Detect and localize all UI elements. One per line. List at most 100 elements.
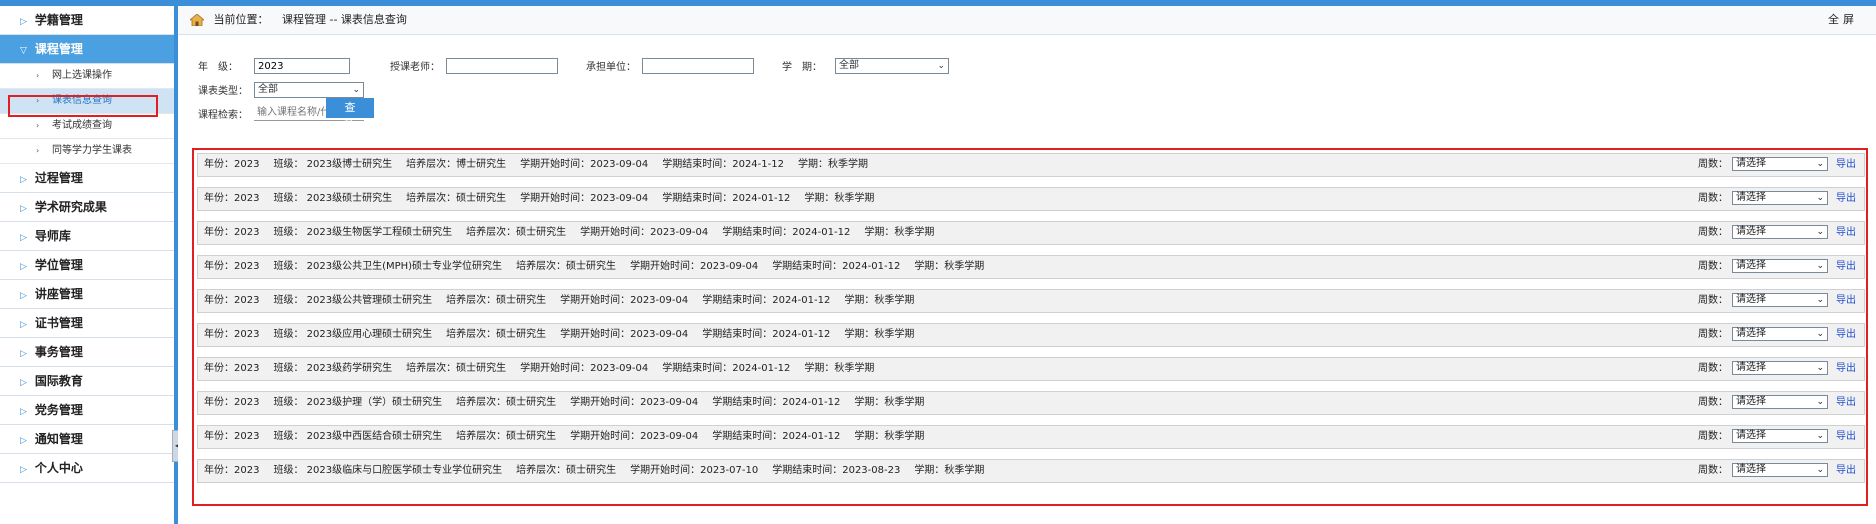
row-start: 学期开始时间：2023-09-04 [580, 227, 709, 238]
weeks-select-value: 请选择 [1736, 158, 1766, 169]
row-level: 培养层次：硕士研究生 [446, 295, 547, 306]
search-button[interactable]: 查询 [326, 98, 374, 130]
weeks-select[interactable]: 请选择 ⌄ [1732, 327, 1828, 341]
weeks-select[interactable]: 请选择 ⌄ [1732, 157, 1828, 171]
chevron-right-icon: ▷ [20, 465, 27, 475]
row-level: 培养层次：硕士研究生 [456, 431, 557, 442]
sidebar-item-research-results[interactable]: ▷ 学术研究成果 [0, 193, 174, 222]
sidebar-item-label: 过程管理 [34, 171, 83, 185]
unit-input[interactable] [642, 58, 754, 74]
breadcrumb-label: 当前位置： [213, 13, 269, 26]
export-link[interactable]: 导出 [1836, 465, 1856, 476]
teacher-input[interactable] [446, 58, 558, 74]
submenu-item-online-course-selection[interactable]: › 网上选课操作 [0, 64, 174, 89]
sidebar-item-affairs-management[interactable]: ▷ 事务管理 [0, 338, 174, 367]
weeks-select[interactable]: 请选择 ⌄ [1732, 293, 1828, 307]
weeks-select-value: 请选择 [1736, 294, 1766, 305]
weeks-label: 周数： [1698, 363, 1728, 374]
row-end: 学期结束时间：2024-01-12 [662, 193, 791, 204]
type-select[interactable]: 全部 ⌄ [254, 82, 364, 98]
chevron-down-icon: ▽ [20, 46, 27, 56]
breadcrumb-path: 课程管理 -- 课表信息查询 [282, 13, 407, 26]
weeks-select[interactable]: 请选择 ⌄ [1732, 259, 1828, 273]
bullet-arrow-icon: › [36, 146, 40, 155]
submenu-item-equivalent-timetable[interactable]: › 同等学力学生课表 [0, 139, 174, 164]
export-link[interactable]: 导出 [1836, 431, 1856, 442]
sidebar-item-notification-management[interactable]: ▷ 通知管理 [0, 425, 174, 454]
term-select[interactable]: 全部 ⌄ [835, 58, 949, 74]
timetable-results-list: 年份：2023 班级： 2023级博士研究生 培养层次：博士研究生 学期开始时间：20… [192, 148, 1868, 506]
row-term: 学期：秋季学期 [804, 363, 875, 374]
sidebar-item-label: 党务管理 [34, 403, 83, 417]
sidebar-item-supervisor-library[interactable]: ▷ 导师库 [0, 222, 174, 251]
weeks-select[interactable]: 请选择 ⌄ [1732, 429, 1828, 443]
chevron-down-icon: ⌄ [1816, 295, 1824, 305]
weeks-select-value: 请选择 [1736, 430, 1766, 441]
weeks-select[interactable]: 请选择 ⌄ [1732, 395, 1828, 409]
row-actions: 周数： 请选择 ⌄ 导出 [1698, 290, 1856, 312]
export-link[interactable]: 导出 [1836, 227, 1856, 238]
table-row: 年份：2023 班级： 2023级生物医学工程硕士研究生 培养层次：硕士研究生 学期开… [197, 221, 1865, 245]
row-class: 班级： 2023级应用心理硕士研究生 [273, 329, 433, 340]
type-label: 课表类型： [198, 86, 248, 97]
unit-label: 承担单位： [586, 62, 636, 73]
export-link[interactable]: 导出 [1836, 363, 1856, 374]
sidebar-item-label: 国际教育 [34, 374, 83, 388]
weeks-select[interactable]: 请选择 ⌄ [1732, 191, 1828, 205]
chevron-right-icon: ▷ [20, 233, 27, 243]
sidebar-item-personal-center[interactable]: ▷ 个人中心 [0, 454, 174, 483]
sidebar-item-party-affairs[interactable]: ▷ 党务管理 [0, 396, 174, 425]
chevron-down-icon: ⌄ [1816, 465, 1824, 475]
sidebar-item-course-management[interactable]: ▽ 课程管理 [0, 35, 174, 64]
sidebar-item-certificate-management[interactable]: ▷ 证书管理 [0, 309, 174, 338]
chevron-down-icon: ⌄ [937, 61, 945, 71]
weeks-label: 周数： [1698, 227, 1728, 238]
export-link[interactable]: 导出 [1836, 193, 1856, 204]
row-start: 学期开始时间：2023-09-04 [570, 397, 699, 408]
row-actions: 周数： 请选择 ⌄ 导出 [1698, 358, 1856, 380]
sidebar-item-international-education[interactable]: ▷ 国际教育 [0, 367, 174, 396]
submenu-item-exam-scores[interactable]: › 考试成绩查询 [0, 114, 174, 139]
sidebar-item-student-status[interactable]: ▷ 学籍管理 [0, 6, 174, 35]
table-row: 年份：2023 班级： 2023级应用心理硕士研究生 培养层次：硕士研究生 学期开始时… [197, 323, 1865, 347]
grade-input[interactable] [254, 58, 350, 74]
fullscreen-button[interactable]: 全屏 [1828, 6, 1858, 34]
weeks-label: 周数： [1698, 295, 1728, 306]
row-term: 学期：秋季学期 [914, 261, 985, 272]
sidebar-item-process-management[interactable]: ▷ 过程管理 [0, 164, 174, 193]
weeks-select[interactable]: 请选择 ⌄ [1732, 225, 1828, 239]
sidebar-item-lecture-management[interactable]: ▷ 讲座管理 [0, 280, 174, 309]
submenu-item-timetable-query[interactable]: › 课表信息查询 [0, 89, 174, 114]
sidebar-item-label: 课程管理 [34, 42, 83, 56]
row-actions: 周数： 请选择 ⌄ 导出 [1698, 222, 1856, 244]
row-actions: 周数： 请选择 ⌄ 导出 [1698, 188, 1856, 210]
row-class: 班级： 2023级护理（学）硕士研究生 [273, 397, 443, 408]
row-year: 年份：2023 [204, 465, 260, 476]
row-end: 学期结束时间：2024-01-12 [702, 329, 831, 340]
weeks-select[interactable]: 请选择 ⌄ [1732, 463, 1828, 477]
chevron-down-icon: ⌄ [1816, 261, 1824, 271]
row-start: 学期开始时间：2023-09-04 [570, 431, 699, 442]
row-class: 班级： 2023级博士研究生 [273, 159, 393, 170]
row-year: 年份：2023 [204, 295, 260, 306]
export-link[interactable]: 导出 [1836, 397, 1856, 408]
row-term: 学期：秋季学期 [854, 397, 925, 408]
chevron-right-icon: ▷ [20, 378, 27, 388]
chevron-right-icon: ▷ [20, 262, 27, 272]
export-link[interactable]: 导出 [1836, 159, 1856, 170]
sidebar-item-label: 个人中心 [34, 461, 83, 475]
row-actions: 周数： 请选择 ⌄ 导出 [1698, 154, 1856, 176]
row-info: 年份：2023 班级： 2023级中西医结合硕士研究生 培养层次：硕士研究生 学期开始… [204, 426, 938, 448]
course-search-label: 课程检索： [198, 110, 248, 121]
sidebar-item-degree-management[interactable]: ▷ 学位管理 [0, 251, 174, 280]
chevron-down-icon: ⌄ [1816, 159, 1824, 169]
row-start: 学期开始时间：2023-09-04 [630, 261, 759, 272]
chevron-down-icon: ⌄ [1816, 397, 1824, 407]
export-link[interactable]: 导出 [1836, 329, 1856, 340]
export-link[interactable]: 导出 [1836, 295, 1856, 306]
weeks-select-value: 请选择 [1736, 260, 1766, 271]
bullet-arrow-icon: › [36, 71, 40, 80]
weeks-select[interactable]: 请选择 ⌄ [1732, 361, 1828, 375]
chevron-right-icon: ▷ [20, 17, 27, 27]
export-link[interactable]: 导出 [1836, 261, 1856, 272]
